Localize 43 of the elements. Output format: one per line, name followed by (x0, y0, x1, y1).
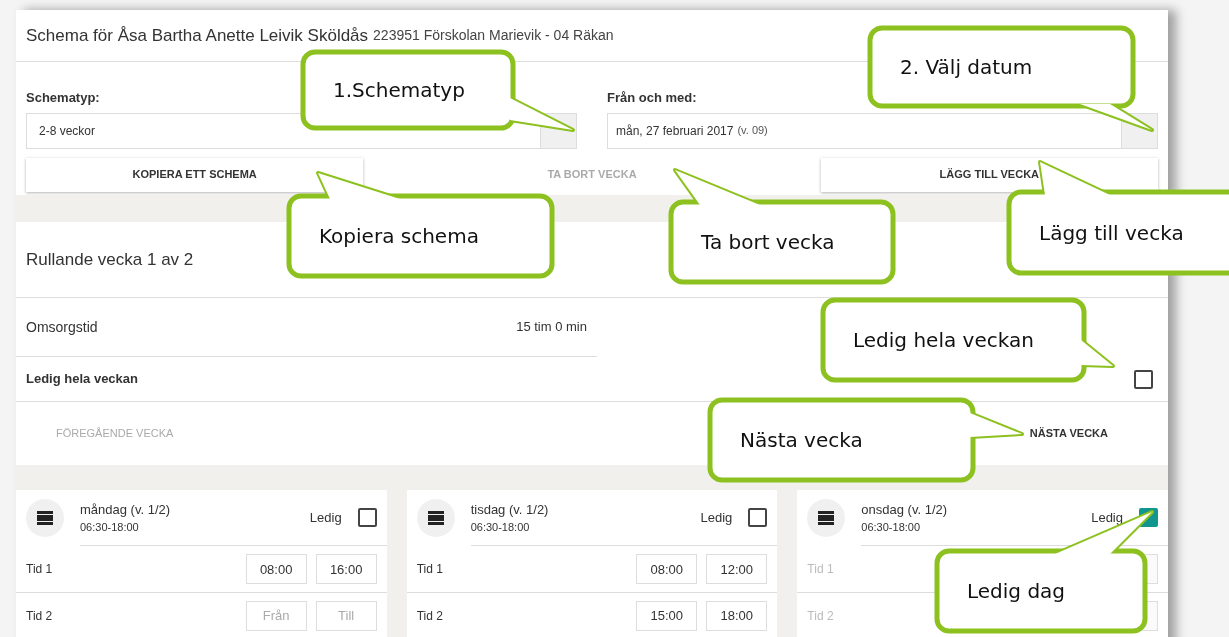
time-field[interactable]: 08:00 (245, 554, 307, 584)
day-hours: 06:30-18:00 (470, 520, 531, 535)
time-label: Tid 2 (26, 607, 54, 625)
day-icon (807, 498, 846, 537)
time-field[interactable]: 08:00 (636, 554, 698, 584)
time-label: Tid 1 (26, 561, 54, 578)
day-icon (416, 498, 455, 537)
day-name: tisdag (v. 1/2) (470, 500, 550, 519)
time-field[interactable]: Till (315, 600, 377, 631)
callout-tooltip: Ta bort vecka (667, 166, 897, 286)
day-off-label: Ledig (700, 508, 733, 527)
week-title: Rullande vecka 1 av 2 (26, 248, 194, 271)
day-hours: 06:30-18:00 (861, 520, 922, 535)
next-week-button[interactable]: NÄSTA VECKA (1029, 425, 1108, 442)
time-field[interactable]: Från (245, 600, 307, 631)
time-field[interactable]: 18:00 (706, 600, 768, 631)
day-off-label: Ledig (1091, 508, 1123, 527)
week-off-label: Ledig hela veckan (26, 370, 138, 389)
time-label: Tid 1 (807, 561, 835, 578)
field-label: Från och med: (607, 89, 697, 107)
field-label: Schematyp: (26, 89, 100, 107)
day-name: onsdag (v. 1/2) (861, 500, 949, 519)
time-field[interactable]: 12:00 (706, 554, 768, 584)
callout-tooltip: 1.Schematyp (299, 48, 577, 134)
callout-tooltip: Ledig hela veckan (819, 296, 1117, 384)
time-field[interactable]: 15:00 (636, 600, 698, 631)
day-off-label: Ledig (309, 508, 342, 527)
day-icon (26, 498, 64, 537)
care-time-label: Omsorgstid (26, 317, 98, 337)
day-off-checkbox[interactable] (748, 508, 768, 527)
time-label: Tid 2 (416, 607, 444, 625)
day-name: måndag (v. 1/2) (80, 500, 172, 519)
week-off-checkbox[interactable] (1134, 369, 1153, 389)
page-subtitle: 223951 Förskolan Marievik - 04 Räkan (373, 26, 614, 45)
day-hours: 06:30-18:00 (80, 520, 140, 535)
callout-tooltip: 2. Välj datum (866, 24, 1156, 134)
time-label: Tid 2 (807, 607, 835, 625)
time-label: Tid 1 (416, 561, 444, 578)
day-off-checkbox[interactable] (357, 508, 377, 527)
time-field[interactable]: 16:00 (315, 554, 377, 584)
care-time-value: 15 tim 0 min (516, 318, 587, 337)
page-title: Schema för Åsa Bartha Anette Leivik Sköldås (26, 24, 369, 47)
callout-tooltip: Nästa vecka (706, 396, 1026, 484)
